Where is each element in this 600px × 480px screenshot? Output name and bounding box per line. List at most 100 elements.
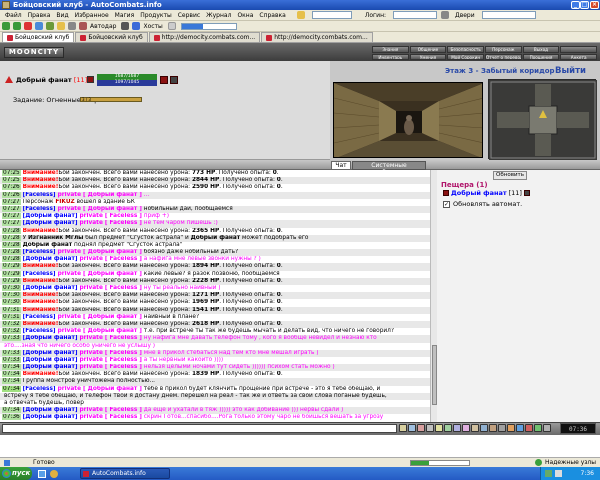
message-time[interactable]: 07:30 — [2, 285, 21, 291]
sender-name[interactable]: [Faceless] — [23, 206, 56, 212]
nav-skills[interactable]: Умения — [409, 53, 447, 60]
message-time[interactable]: 07:27 — [2, 198, 21, 205]
trade-icon[interactable] — [453, 424, 461, 432]
exit-link[interactable]: Выйти — [555, 66, 586, 76]
autodar-button[interactable]: Автодар — [90, 23, 116, 30]
nav-security[interactable]: Безопасность — [447, 46, 484, 53]
sender-name[interactable]: [Добрый фанат] — [23, 220, 78, 226]
stop-icon[interactable] — [24, 22, 32, 30]
character-name[interactable]: Добрый фанат [11] — [16, 76, 87, 84]
sender-name[interactable]: [Добрый фанат] — [23, 213, 78, 219]
address-dropdown[interactable] — [311, 11, 352, 19]
taskbar-item-browser[interactable]: AutoCombats.info — [80, 468, 170, 479]
nav-knowledge[interactable]: Знания — [372, 46, 409, 53]
tab-system-messages[interactable]: Системные сообщения — [352, 161, 426, 176]
nav-character[interactable]: Персонаж — [485, 46, 522, 53]
friends-icon[interactable] — [534, 424, 542, 432]
message-time[interactable]: 07:33 — [2, 335, 21, 342]
message-time[interactable]: 07:34 — [2, 385, 21, 392]
show-desktop-icon[interactable] — [38, 470, 46, 478]
sender-name[interactable]: [Faceless] — [23, 249, 56, 255]
settings-icon[interactable] — [121, 22, 130, 30]
nav-profile[interactable]: Анкета — [560, 53, 597, 60]
refresh-button[interactable]: Обновить — [493, 171, 527, 180]
sender-name[interactable]: [Добрый фанат] — [23, 335, 78, 341]
menu-service[interactable]: Сервис — [175, 12, 203, 19]
forward-icon[interactable] — [13, 22, 21, 30]
message-time[interactable]: 07:31 — [2, 313, 21, 320]
log-icon[interactable] — [543, 424, 551, 432]
hosts-button[interactable]: Хосты — [143, 23, 162, 30]
filter-icon[interactable] — [426, 424, 434, 432]
sender-name[interactable]: [Faceless] — [23, 192, 56, 198]
message-time[interactable]: 07:34 — [2, 407, 21, 414]
message-time[interactable]: 07:32 — [2, 328, 21, 335]
alert-small-icon[interactable] — [525, 424, 533, 432]
favorites-icon[interactable] — [57, 22, 65, 30]
home-icon[interactable] — [46, 22, 54, 30]
login-input[interactable] — [393, 11, 438, 19]
bag-icon[interactable] — [507, 424, 515, 432]
player-name[interactable]: Добрый фанат — [451, 189, 507, 197]
nav-inventory[interactable]: Инвентарь — [372, 53, 409, 60]
maximize-button[interactable]: □ — [580, 1, 589, 9]
tab-combats-1[interactable]: Бойцовский клуб — [2, 32, 75, 42]
private-chat-icon[interactable] — [443, 190, 449, 196]
message-time[interactable]: 07:33 — [2, 356, 21, 363]
print-icon[interactable] — [68, 22, 76, 30]
info-icon[interactable] — [87, 76, 94, 83]
sender-name[interactable]: [Добрый фанат] — [23, 256, 78, 262]
sender-name[interactable]: [Добрый фанат] — [23, 357, 78, 363]
corridor-view[interactable] — [333, 82, 483, 158]
scroll-icon[interactable] — [170, 76, 178, 84]
folder-icon[interactable] — [296, 11, 305, 19]
clear-icon[interactable] — [417, 424, 425, 432]
options-icon[interactable] — [167, 22, 176, 30]
hosts-icon[interactable] — [132, 22, 141, 30]
menu-help[interactable]: Справка — [256, 12, 288, 19]
message-time[interactable]: 07:27 — [2, 213, 21, 220]
minimap[interactable] — [488, 79, 597, 160]
sender-name[interactable]: [Добрый фанат] — [23, 364, 78, 370]
send-icon[interactable] — [399, 424, 407, 432]
menu-edit[interactable]: Правка — [25, 12, 54, 19]
autodar-icon[interactable] — [79, 22, 87, 30]
doors-dropdown[interactable] — [481, 11, 536, 19]
mail-icon[interactable] — [516, 424, 524, 432]
tab-chat[interactable]: Чат — [331, 161, 351, 170]
tab-democity-2[interactable]: http://democity.combats.com... — [261, 32, 373, 42]
group-icon[interactable] — [462, 424, 470, 432]
message-time[interactable]: 07:34 — [2, 378, 21, 385]
smile-icon[interactable] — [408, 424, 416, 432]
sender-name[interactable]: [Добрый фанат] — [23, 285, 78, 291]
sender-name[interactable]: [Faceless] — [23, 328, 56, 334]
nav-transfers[interactable]: Отчет о переводах — [485, 53, 522, 60]
message-time[interactable]: 07:28 — [2, 234, 21, 241]
message-time[interactable]: 07:34 — [2, 371, 21, 378]
message-time[interactable]: 07:27 — [2, 205, 21, 212]
minimize-button[interactable]: _ — [571, 1, 580, 9]
sender-name[interactable]: [Добрый фанат] — [23, 407, 78, 413]
player-info-icon[interactable] — [523, 190, 530, 196]
key-icon[interactable] — [441, 11, 450, 19]
channel-icon[interactable] — [444, 424, 452, 432]
message-time[interactable]: 07:26 — [2, 184, 21, 191]
menu-magic[interactable]: Магия — [112, 12, 138, 19]
message-time[interactable]: 07:28 — [2, 227, 21, 234]
message-time[interactable]: 07:27 — [2, 220, 21, 227]
message-time[interactable]: 07:30 — [2, 299, 21, 306]
message-time[interactable]: 07:28 — [2, 249, 21, 256]
message-time[interactable]: 07:28 — [2, 241, 21, 248]
chat-scrollbar[interactable] — [430, 170, 437, 422]
back-icon[interactable] — [2, 22, 10, 30]
message-time[interactable]: 07:26 — [2, 191, 21, 198]
sender-name[interactable]: [Faceless] — [23, 386, 56, 392]
tab-combats-2[interactable]: Бойцовский клуб — [75, 32, 148, 42]
notes-icon[interactable] — [471, 424, 479, 432]
message-time[interactable]: 07:36 — [2, 414, 21, 421]
map-icon[interactable] — [489, 424, 497, 432]
chat-log[interactable]: 07:25 Внимание!Бой закончен. Всего вами … — [0, 170, 437, 422]
message-time[interactable]: 07:30 — [2, 292, 21, 299]
message-time[interactable]: 07:25 — [2, 170, 21, 176]
message-time[interactable]: 07:29 — [2, 263, 21, 270]
